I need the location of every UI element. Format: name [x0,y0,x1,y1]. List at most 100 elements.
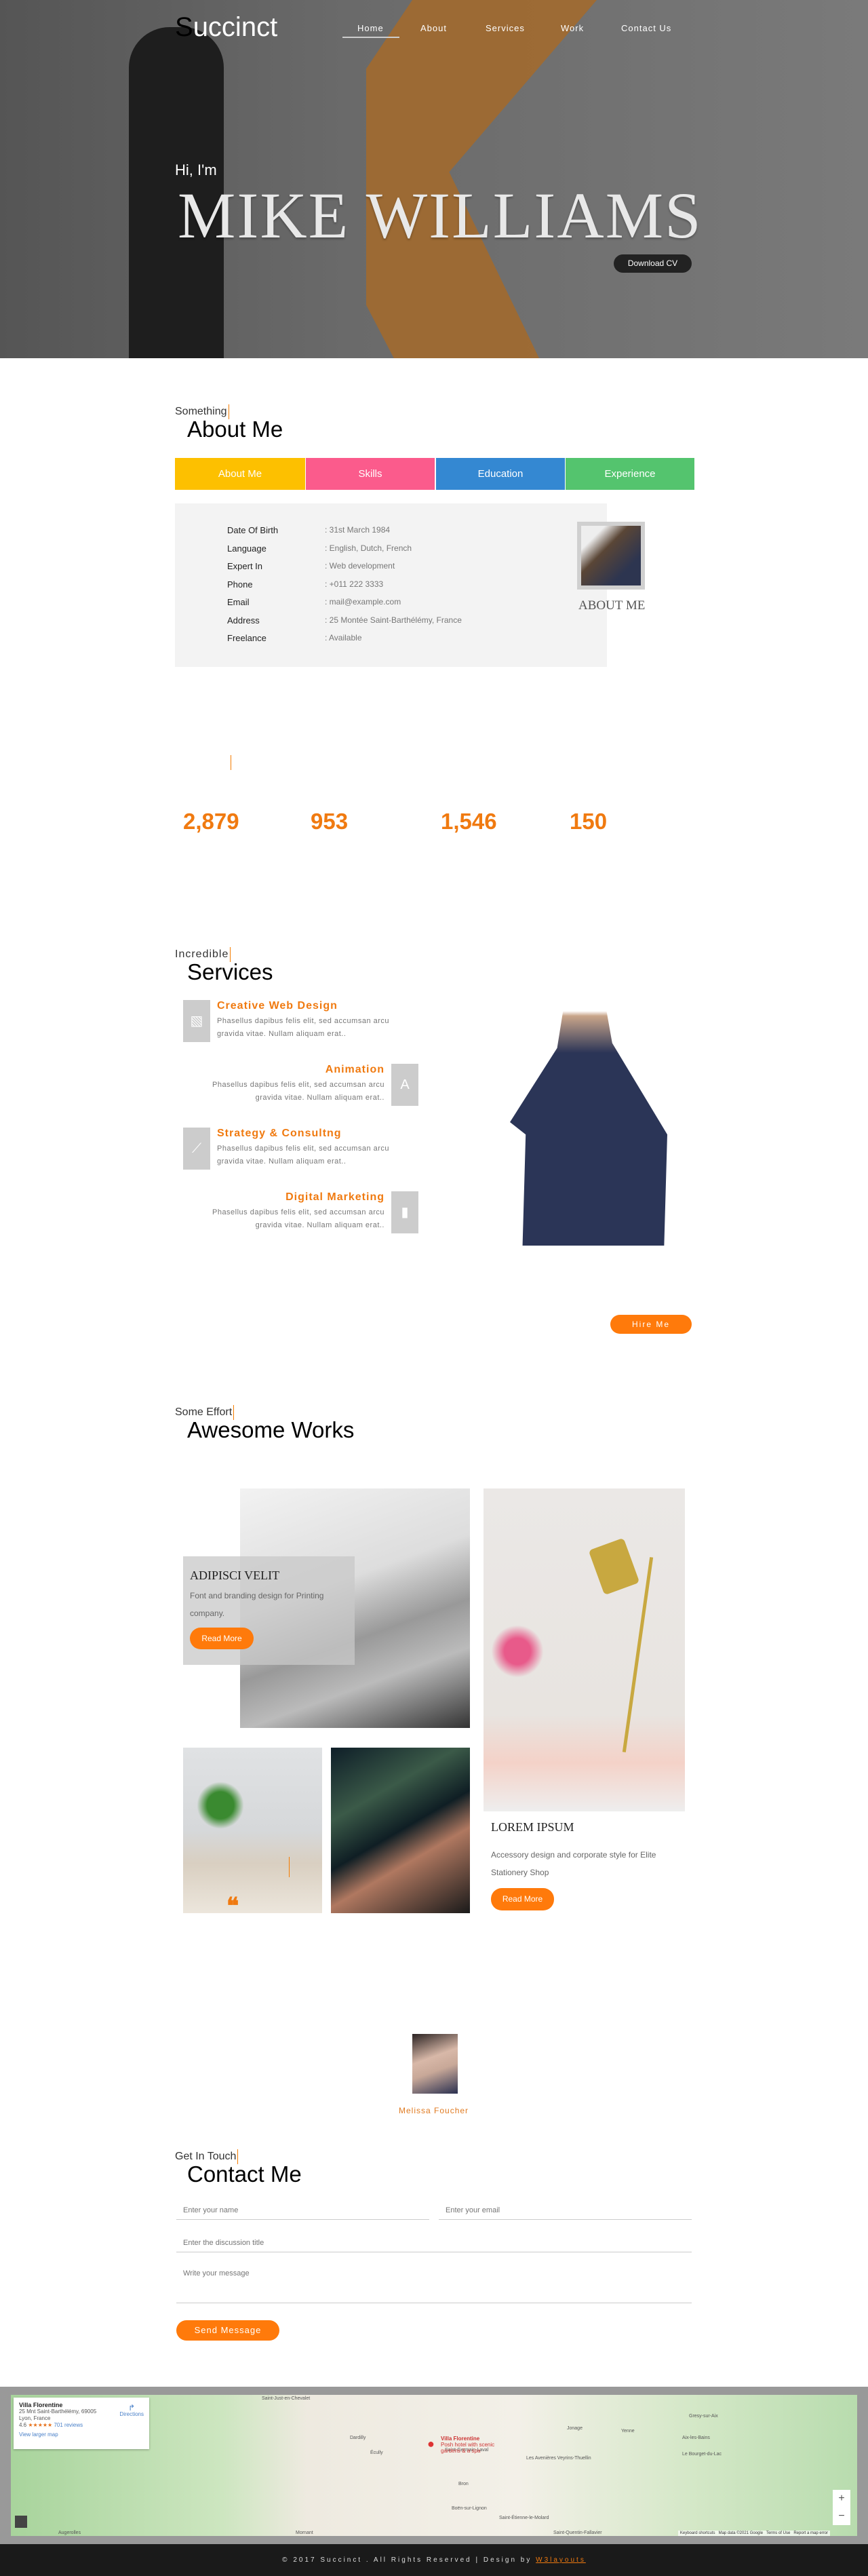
service-title: Animation [325,1064,384,1075]
map-town-label: Augerolles [58,2531,81,2535]
view-larger-map-link[interactable]: View larger map [19,2431,144,2438]
email-input[interactable] [439,2201,692,2220]
service-desc: gravida vitae. Nullam aliquam erat.. [217,1157,347,1166]
contact-subtitle-text: Get In Touch [175,2151,237,2163]
service-desc: Phasellus dapibus felis elit, sed accums… [217,1145,390,1153]
info-label: Expert In [227,561,263,571]
map-frame: Saint-Just-en-Chevalet Saint-Germain-Lava… [0,2387,868,2544]
nav-contact[interactable]: Contact Us [621,23,671,33]
pin-desc: gardens & a spa [441,2448,481,2454]
zoom-out-button[interactable]: − [833,2507,850,2525]
about-title: About Me [187,417,283,442]
nav-home[interactable]: Home [357,23,384,33]
work-image-lamp[interactable] [484,1488,685,1811]
about-subtitle-text: Something [175,406,227,418]
service-title: Creative Web Design [217,1000,338,1012]
footer-copyright: © 2017 Succinct . All Rights Reserved | … [282,2556,536,2564]
discussion-title-input[interactable] [176,2233,692,2252]
stat-value: 953 [311,809,349,834]
about-photo-caption: ABOUT ME [578,598,646,613]
info-label: Email [227,597,250,607]
info-value: : mail@example.com [325,597,401,607]
work-title: ADIPISCI VELIT [190,1569,280,1582]
info-value: : Available [325,633,362,642]
accent-bar [289,1857,290,1877]
tab-education[interactable]: Education [436,458,565,490]
work-title: LOREM IPSUM [491,1820,574,1834]
read-more-button[interactable]: Read More [190,1628,254,1649]
map-pin-icon[interactable]: ● [427,2437,435,2451]
work-description: Accessory design and corporate style for… [491,1850,656,1877]
about-photo [577,522,645,590]
service-desc: Phasellus dapibus felis elit, sed accums… [212,1081,384,1089]
message-textarea[interactable] [176,2269,692,2303]
map-zoom-controls: + − [833,2490,850,2525]
service-item: Strategy & Consultng Phasellus dapibus fe… [217,1128,389,1168]
testimonial-avatar [412,2034,458,2094]
info-label: Date Of Birth [227,525,279,535]
map-town-label: Boën-sur-Lignon [452,2506,487,2511]
services-person-image [510,999,667,1246]
map-data-text: Map data ©2021 Google [718,2531,764,2535]
info-value: : English, Dutch, French [325,543,412,553]
map-town-label: Saint-Just-en-Chevalet [262,2396,311,2401]
map-layer-toggle[interactable] [15,2516,27,2528]
map-town-label: Gresy-sur-Aix [689,2414,718,2419]
directions-icon: ↱ [128,2403,136,2412]
service-desc: gravida vitae. Nullam aliquam erat.. [255,1221,384,1229]
map-attribution: Keyboard shortcuts Map data ©2021 Google… [677,2531,830,2536]
nav-about[interactable]: About [420,23,447,33]
directions-button[interactable]: ↱ Directions [119,2404,144,2418]
report-error-link[interactable]: Report a map error [793,2531,828,2535]
logo-rest: uccinct [193,12,278,42]
map-town-label: Écully [370,2450,383,2455]
service-title: Strategy & Consultng [217,1128,342,1139]
work-image-typing[interactable] [331,1748,470,1913]
info-label: Freelance [227,633,267,643]
info-value: : Web development [325,561,395,571]
hire-me-button[interactable]: Hire Me [610,1315,692,1334]
stat-value: 1,546 [441,809,497,834]
read-more-button[interactable]: Read More [491,1888,554,1910]
tab-experience[interactable]: Experience [566,458,694,490]
keyboard-shortcuts-link[interactable]: Keyboard shortcuts [680,2531,715,2535]
work-image-plant[interactable] [183,1748,322,1913]
nav-work[interactable]: Work [561,23,584,33]
work-description: Font and branding design for Printing co… [190,1591,324,1618]
work-card-overlay: ADIPISCI VELIT Font and branding design … [183,1556,355,1665]
tab-skills[interactable]: Skills [306,458,435,490]
pin-desc: Posh hotel with scenic [441,2442,495,2448]
directions-label: Directions [119,2411,144,2417]
map-town-label: Bron [458,2482,469,2486]
footer-designer-link[interactable]: W3layouts [536,2556,586,2564]
map-pin-label: Villa Florentine Posh hotel with scenic ga… [441,2436,494,2454]
service-title: Digital Marketing [285,1191,384,1203]
stat-value: 150 [570,809,608,834]
service-desc: gravida vitae. Nullam aliquam erat.. [255,1094,384,1102]
name-input[interactable] [176,2201,429,2220]
tab-about-me[interactable]: About Me [175,458,305,490]
google-map[interactable]: Saint-Just-en-Chevalet Saint-Germain-Lava… [11,2395,857,2536]
terms-link[interactable]: Terms of Use [766,2531,790,2535]
map-town-label: Saint-Étienne-le-Molard [499,2516,549,2520]
image-icon: ▧ [183,1000,210,1042]
map-reviews-link[interactable]: 701 reviews [54,2422,83,2428]
service-item: Animation Phasellus dapibus felis elit, s… [190,1064,384,1104]
hero-greeting: Hi, I'm [175,161,217,178]
info-label: Language [227,543,267,554]
send-message-button[interactable]: Send Message [176,2320,279,2341]
zoom-in-button[interactable]: + [833,2490,850,2507]
services-title: Services [187,959,273,984]
site-logo[interactable]: Succinct [175,12,277,43]
nav-services[interactable]: Services [486,23,525,33]
map-town-label: Saint-Quentin-Fallavier [553,2531,602,2535]
pin-title: Villa Florentine [441,2436,480,2442]
map-town-label: Les Avenières Veyrins-Thuellin [526,2456,591,2461]
works-subtitle-text: Some Effort [175,1406,233,1419]
map-town-label: Dardilly [350,2436,366,2440]
map-town-label: Aix-les-Bains [682,2436,710,2440]
download-cv-button[interactable]: Download CV [614,254,692,273]
footer: © 2017 Succinct . All Rights Reserved | … [0,2544,868,2576]
logo-first-letter: S [175,12,193,42]
hero-name: MIKE WILLIAMS [178,179,703,252]
